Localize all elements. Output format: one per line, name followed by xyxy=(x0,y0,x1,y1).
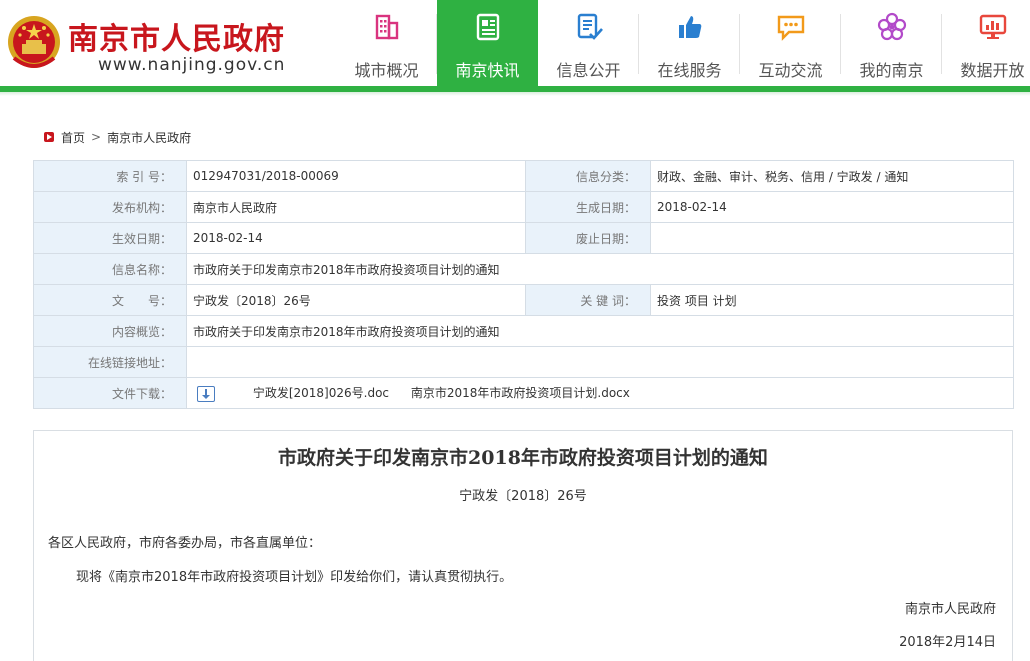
article-date: 2018年2月14日 xyxy=(899,635,996,650)
breadcrumb-separator: > xyxy=(91,130,102,144)
newspaper-icon xyxy=(476,13,500,41)
table-row: 内容概览： 市政府关于印发南京市2018年市政府投资项目计划的通知 xyxy=(33,315,1014,347)
nav-label: 数据开放 xyxy=(960,61,1025,80)
main-nav: 城市概况 南京快讯 信息公开 在线服务 互动交流 我的南京 数据开放 xyxy=(336,0,1030,88)
publisher-label: 发布机构： xyxy=(33,191,187,223)
nav-label: 南京快讯 xyxy=(455,61,520,80)
doc-number-value: 宁政发〔2018〕26号 xyxy=(186,284,526,316)
site-name: 南京市人民政府 xyxy=(68,22,285,57)
site-header: 南京市人民政府 www.nanjing.gov.cn 城市概况 南京快讯 信息公… xyxy=(0,0,1030,88)
table-row: 发布机构： 南京市人民政府 生成日期： 2018-02-14 xyxy=(33,191,1014,223)
table-row: 信息名称： 市政府关于印发南京市2018年市政府投资项目计划的通知 xyxy=(33,253,1014,285)
nav-underline-shadow xyxy=(0,92,1030,96)
nav-label: 我的南京 xyxy=(859,61,924,80)
nav-item-interaction[interactable]: 互动交流 xyxy=(740,0,841,88)
info-name-label: 信息名称： xyxy=(33,253,187,285)
online-link-label: 在线链接地址： xyxy=(33,346,187,378)
table-row: 索 引 号： 012947031/2018-00069 信息分类： 财政、金融、… xyxy=(33,160,1014,192)
breadcrumb: 首页 > 南京市人民政府 xyxy=(44,129,191,145)
table-row: 生效日期： 2018-02-14 废止日期： xyxy=(33,222,1014,254)
file-link-doc[interactable]: 宁政发[2018]026号.doc xyxy=(253,386,389,400)
summary-label: 内容概览： xyxy=(33,315,187,347)
category-value: 财政、金融、审计、税务、信用 / 宁政发 / 通知 xyxy=(650,160,1014,192)
article-content: 市政府关于印发南京市2018年市政府投资项目计划的通知 宁政发〔2018〕26号… xyxy=(33,430,1013,661)
summary-value: 市政府关于印发南京市2018年市政府投资项目计划的通知 xyxy=(186,315,1014,347)
document-check-icon xyxy=(577,13,603,40)
online-link-value xyxy=(186,346,1014,378)
article-recipients: 各区人民政府，市府各委办局，市各直属单位： xyxy=(48,536,322,551)
index-label: 索 引 号： xyxy=(33,160,187,192)
nav-label: 互动交流 xyxy=(758,61,823,80)
thumbs-up-icon xyxy=(679,16,702,38)
nav-label: 城市概况 xyxy=(354,61,419,80)
document-info-table: 索 引 号： 012947031/2018-00069 信息分类： 财政、金融、… xyxy=(33,160,1014,409)
article-body: 现将《南京市2018年市政府投资项目计划》印发给你们，请认真贯彻执行。 xyxy=(76,570,513,585)
effective-date-value: 2018-02-14 xyxy=(186,222,526,254)
publisher-value: 南京市人民政府 xyxy=(186,191,526,223)
download-icon[interactable] xyxy=(197,385,215,402)
nav-item-my-nanjing[interactable]: 我的南京 xyxy=(841,0,942,88)
breadcrumb-home-link[interactable]: 首页 xyxy=(61,129,85,146)
chat-bubble-icon xyxy=(777,15,805,41)
table-row: 文 号： 宁政发〔2018〕26号 关 键 词： 投资 项目 计划 xyxy=(33,284,1014,316)
article-signature: 南京市人民政府 xyxy=(904,602,996,617)
nav-item-city-overview[interactable]: 城市概况 xyxy=(336,0,437,88)
file-link-docx[interactable]: 南京市2018年市政府投资项目计划.docx xyxy=(411,386,630,400)
created-date-label: 生成日期： xyxy=(525,191,651,223)
expiry-date-value xyxy=(650,222,1014,254)
site-url: www.nanjing.gov.cn xyxy=(98,55,286,75)
article-doc-number: 宁政发〔2018〕26号 xyxy=(459,489,587,504)
nav-item-info-disclosure[interactable]: 信息公开 xyxy=(538,0,639,88)
index-value: 012947031/2018-00069 xyxy=(186,160,526,192)
doc-number-label: 文 号： xyxy=(33,284,187,316)
keywords-label: 关 键 词： xyxy=(525,284,651,316)
building-icon xyxy=(375,14,399,40)
file-download-label: 文件下载： xyxy=(33,377,187,409)
table-row: 在线链接地址： xyxy=(33,346,1014,378)
nav-label: 信息公开 xyxy=(556,61,621,80)
breadcrumb-current-link[interactable]: 南京市人民政府 xyxy=(107,129,191,146)
nav-item-nanjing-news[interactable]: 南京快讯 xyxy=(437,0,538,88)
category-label: 信息分类： xyxy=(525,160,651,192)
info-name-value: 市政府关于印发南京市2018年市政府投资项目计划的通知 xyxy=(186,253,1014,285)
effective-date-label: 生效日期： xyxy=(33,222,187,254)
table-row: 文件下载： 宁政发[2018]026号.doc 南京市2018年市政府投资项目计… xyxy=(33,377,1014,409)
national-emblem-icon xyxy=(8,16,60,68)
keywords-value: 投资 项目 计划 xyxy=(650,284,1014,316)
flower-icon xyxy=(877,12,907,41)
created-date-value: 2018-02-14 xyxy=(650,191,1014,223)
file-download-cell: 宁政发[2018]026号.doc 南京市2018年市政府投资项目计划.docx xyxy=(186,377,1014,409)
nav-label: 在线服务 xyxy=(657,61,722,80)
nav-item-online-service[interactable]: 在线服务 xyxy=(639,0,740,88)
nav-item-open-data[interactable]: 数据开放 xyxy=(942,0,1030,88)
article-title: 市政府关于印发南京市2018年市政府投资项目计划的通知 xyxy=(278,447,768,469)
monitor-chart-icon xyxy=(979,14,1007,39)
site-logo[interactable]: 南京市人民政府 www.nanjing.gov.cn xyxy=(6,10,306,80)
expiry-date-label: 废止日期： xyxy=(525,222,651,254)
home-icon xyxy=(44,132,54,142)
